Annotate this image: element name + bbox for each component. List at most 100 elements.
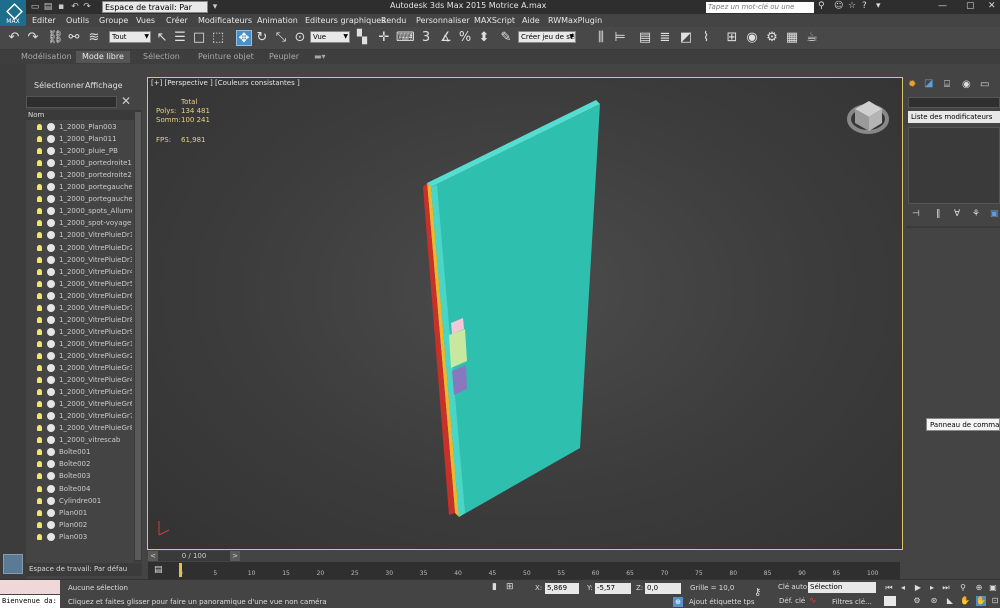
- prev-frame-icon[interactable]: <: [148, 551, 158, 561]
- spinner-snap-icon[interactable]: ⬍: [476, 30, 492, 46]
- star-icon[interactable]: ☆: [848, 1, 856, 11]
- visibility-icon[interactable]: [47, 123, 55, 131]
- list-item[interactable]: 1_2000_VitrePluieDr2: [26, 242, 132, 254]
- light-bulb-icon[interactable]: [37, 268, 42, 275]
- add-time-tag[interactable]: Ajout étiquette tps: [689, 598, 754, 606]
- list-item[interactable]: Boîte004: [26, 483, 132, 495]
- app-logo[interactable]: MAX: [0, 0, 26, 26]
- visibility-icon[interactable]: [47, 159, 55, 168]
- motion-tab-icon[interactable]: ◉: [962, 79, 971, 90]
- light-bulb-icon[interactable]: [37, 497, 42, 504]
- light-bulb-icon[interactable]: [37, 413, 42, 420]
- light-bulb-icon[interactable]: [37, 232, 42, 239]
- customize-qat-icon[interactable]: ▾: [210, 2, 220, 12]
- light-bulb-icon[interactable]: [37, 425, 42, 432]
- lock-selection-icon[interactable]: ▮: [492, 582, 497, 592]
- redo-icon[interactable]: ↷: [82, 2, 92, 12]
- light-bulb-icon[interactable]: [37, 160, 42, 167]
- visibility-icon[interactable]: [47, 436, 55, 445]
- list-item[interactable]: 1_2000_VitrePluieGr7: [26, 410, 132, 422]
- x-coord-field[interactable]: 5,869: [545, 583, 579, 594]
- maximize-icon[interactable]: ▢: [966, 1, 975, 11]
- list-item[interactable]: 1_2000_pluie_PB: [26, 145, 132, 157]
- menu-vues[interactable]: Vues: [136, 16, 155, 25]
- viewcube[interactable]: [847, 101, 889, 134]
- light-bulb-icon[interactable]: [37, 124, 42, 130]
- key-tangent-icon[interactable]: ∿: [809, 596, 817, 606]
- list-item[interactable]: Boîte001: [26, 446, 132, 458]
- menu-groupe[interactable]: Groupe: [99, 16, 128, 25]
- scrollbar-thumb[interactable]: [135, 112, 141, 560]
- scale-icon[interactable]: ⤡: [273, 30, 289, 46]
- selection-filter-dropdown[interactable]: Tout: [109, 31, 151, 43]
- visibility-icon[interactable]: [47, 183, 55, 192]
- light-bulb-icon[interactable]: [37, 172, 42, 179]
- maxscript-listener-input[interactable]: [0, 580, 60, 594]
- curve-editor-icon[interactable]: ⌇: [698, 30, 714, 46]
- link-icon[interactable]: ⛓: [47, 30, 64, 46]
- visibility-icon[interactable]: [47, 195, 55, 204]
- pivot-center-icon[interactable]: ▚: [354, 30, 370, 46]
- visibility-icon[interactable]: [47, 412, 55, 421]
- rotate-icon[interactable]: ↻: [254, 30, 270, 46]
- list-item[interactable]: 1_2000_VitrePluieDr4: [26, 266, 132, 278]
- next-frame-icon[interactable]: >: [230, 551, 240, 561]
- menu-personnaliser[interactable]: Personnaliser: [416, 16, 470, 25]
- list-item[interactable]: 1_2000_vitrescab: [26, 434, 132, 446]
- minimize-icon[interactable]: —: [938, 1, 947, 11]
- visibility-icon[interactable]: [47, 351, 55, 360]
- light-bulb-icon[interactable]: [37, 256, 42, 263]
- visibility-icon[interactable]: [47, 376, 55, 385]
- light-bulb-icon[interactable]: [37, 316, 42, 323]
- list-item[interactable]: 1_2000_Plan003: [26, 121, 132, 133]
- close-icon[interactable]: ✕: [121, 94, 131, 108]
- visibility-icon[interactable]: [47, 243, 55, 252]
- mirror-icon[interactable]: ⫼: [593, 30, 609, 46]
- list-item[interactable]: 1_2000_VitrePluieGr3: [26, 362, 132, 374]
- show-end-result-icon[interactable]: ‖: [936, 209, 941, 219]
- light-bulb-icon[interactable]: [37, 292, 42, 299]
- tab-peupler[interactable]: Peupler: [263, 51, 305, 63]
- move-icon[interactable]: ✥: [236, 30, 252, 46]
- workspace-dropdown[interactable]: Espace de travail: Par: [102, 1, 208, 13]
- material-editor-icon[interactable]: ◉: [744, 30, 760, 46]
- light-bulb-icon[interactable]: [37, 280, 42, 287]
- list-item[interactable]: 1_2000_VitrePluieGr1: [26, 338, 132, 350]
- light-bulb-icon[interactable]: [37, 485, 42, 492]
- make-unique-icon[interactable]: ∀: [954, 209, 960, 219]
- visibility-icon[interactable]: [47, 267, 55, 276]
- search-input[interactable]: Tapez un mot-clé ou une expression: [706, 2, 814, 22]
- menu-animation[interactable]: Animation: [257, 16, 298, 25]
- list-item[interactable]: Plan002: [26, 519, 132, 531]
- list-item[interactable]: Boîte003: [26, 470, 132, 482]
- time-config-icon[interactable]: ⚙: [912, 596, 922, 606]
- list-item[interactable]: 1_2000_VitrePluieDr5: [26, 278, 132, 290]
- menu-creer[interactable]: Créer: [166, 16, 188, 25]
- visibility-icon[interactable]: [47, 472, 55, 481]
- select-by-name-icon[interactable]: ☰: [172, 30, 188, 46]
- explorer-tab-display[interactable]: Affichage: [85, 81, 123, 90]
- render-production-icon[interactable]: ☕: [804, 30, 820, 46]
- create-tab-icon[interactable]: ✹: [908, 79, 916, 90]
- explorer-workspace-label[interactable]: Espace de travail: Par défau: [26, 563, 142, 576]
- menu-maxscript[interactable]: MAXScript: [474, 16, 515, 25]
- light-bulb-icon[interactable]: [37, 352, 42, 359]
- light-bulb-icon[interactable]: [37, 328, 42, 335]
- list-item[interactable]: 1_2000_portegauche2: [26, 193, 132, 205]
- render-frame-icon[interactable]: ▦: [784, 30, 800, 46]
- explorer-search-input[interactable]: [26, 96, 117, 108]
- light-bulb-icon[interactable]: [37, 365, 42, 371]
- list-item[interactable]: 1_2000_spot-voyageur: [26, 217, 132, 229]
- visibility-icon[interactable]: [47, 448, 55, 457]
- place-icon[interactable]: ⊙: [292, 30, 308, 46]
- edit-named-sets-icon[interactable]: ✎: [498, 30, 514, 46]
- list-item[interactable]: 1_2000_VitrePluieDr9: [26, 326, 132, 338]
- light-bulb-icon[interactable]: [37, 533, 42, 540]
- visibility-icon[interactable]: [47, 327, 55, 336]
- ribbon-options-icon[interactable]: ▬▾: [308, 51, 332, 63]
- set-key-button[interactable]: Déf. clé: [779, 597, 805, 605]
- zoom-icon[interactable]: ⚲: [958, 583, 968, 593]
- list-item[interactable]: 1_2000_VitrePluieDr1: [26, 229, 132, 241]
- light-bulb-icon[interactable]: [37, 401, 42, 408]
- save-icon[interactable]: ▪: [56, 2, 66, 12]
